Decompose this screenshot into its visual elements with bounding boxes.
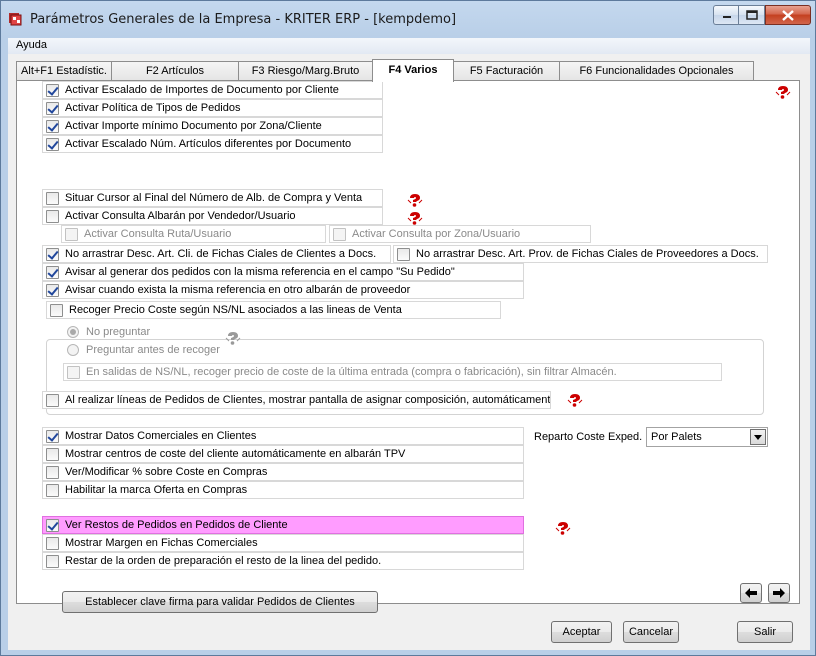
close-icon [782, 9, 794, 21]
checkbox[interactable] [46, 265, 59, 279]
option-restar-orden[interactable]: Restar de la orden de preparación el res… [42, 552, 524, 570]
reparto-label: Reparto Coste Exped. [534, 431, 643, 443]
main-window: Parámetros Generales de la Empresa - KRI… [0, 0, 816, 656]
option-asignar-composicion[interactable]: Al realizar líneas de Pedidos de Cliente… [42, 391, 551, 409]
checkbox[interactable] [46, 554, 59, 568]
checkbox[interactable] [46, 119, 59, 133]
close-button[interactable] [765, 5, 811, 25]
tab-articulos[interactable]: F2 Artículos [111, 61, 239, 81]
radio-no-preguntar[interactable]: No preguntar [67, 326, 150, 338]
reparto-value: Por Palets [651, 431, 702, 443]
checkbox[interactable] [46, 191, 59, 205]
menu-bar: Ayuda [8, 38, 810, 54]
help-icon[interactable] [407, 194, 423, 207]
cancelar-button[interactable]: Cancelar [623, 621, 679, 643]
prev-button[interactable] [740, 583, 762, 603]
maximize-button[interactable] [738, 5, 765, 25]
checkbox[interactable] [46, 447, 59, 461]
arrow-left-icon [745, 588, 757, 598]
aceptar-button[interactable]: Aceptar [551, 621, 612, 643]
option-restos-pedidos[interactable]: Ver Restos de Pedidos en Pedidos de Clie… [42, 516, 524, 534]
option-recoger-precio[interactable]: Recoger Precio Coste según NS/NL asociad… [46, 301, 501, 319]
option-politica-tipos[interactable]: Activar Política de Tipos de Pedidos [42, 99, 383, 117]
checkbox[interactable] [46, 393, 59, 407]
checkbox[interactable] [65, 227, 78, 241]
tab-facturacion[interactable]: F5 Facturación [453, 61, 560, 81]
option-marca-oferta[interactable]: Habilitar la marca Oferta en Compras [42, 481, 524, 499]
checkbox[interactable] [46, 137, 59, 151]
checkbox[interactable] [50, 303, 63, 317]
checkbox[interactable] [67, 365, 80, 379]
tab-strip: Alt+F1 Estadístic. F2 Artículos F3 Riesg… [16, 59, 806, 82]
checkbox[interactable] [397, 247, 410, 261]
help-icon[interactable] [775, 86, 791, 99]
tab-estadisticas[interactable]: Alt+F1 Estadístic. [16, 61, 112, 81]
help-icon[interactable] [225, 332, 241, 345]
checkbox[interactable] [333, 227, 346, 241]
checkbox[interactable] [46, 465, 59, 479]
next-button[interactable] [768, 583, 790, 603]
chevron-down-icon[interactable] [750, 429, 766, 445]
option-escalado-importes[interactable]: Activar Escalado de Importes de Document… [42, 81, 383, 99]
minimize-button[interactable] [713, 5, 739, 25]
option-situar-cursor[interactable]: Situar Cursor al Final del Número de Alb… [42, 189, 383, 207]
option-margen-fichas[interactable]: Mostrar Margen en Fichas Comerciales [42, 534, 524, 552]
option-modificar-coste[interactable]: Ver/Modificar % sobre Coste en Compras [42, 463, 524, 481]
radio-button[interactable] [67, 326, 79, 338]
radio-preguntar[interactable]: Preguntar antes de recoger [67, 344, 220, 356]
option-no-arrastrar-prov[interactable]: No arrastrar Desc. Art. Prov. de Fichas … [393, 245, 768, 263]
tab-varios[interactable]: F4 Varios [372, 59, 454, 82]
option-consulta-ruta[interactable]: Activar Consulta Ruta/Usuario [61, 225, 326, 243]
option-datos-comerciales[interactable]: Mostrar Datos Comerciales en Clientes [42, 427, 524, 445]
title-bar[interactable]: Parámetros Generales de la Empresa - KRI… [1, 1, 815, 37]
menu-ayuda[interactable]: Ayuda [16, 39, 47, 51]
radio-button[interactable] [67, 344, 79, 356]
app-icon [9, 13, 22, 26]
checkbox[interactable] [46, 283, 59, 297]
salir-button[interactable]: Salir [737, 621, 793, 643]
tab-riesgo[interactable]: F3 Riesgo/Marg.Bruto [238, 61, 373, 81]
tab-funcionalidades[interactable]: F6 Funcionalidades Opcionales [559, 61, 754, 81]
option-consulta-zona[interactable]: Activar Consulta por Zona/Usuario [329, 225, 591, 243]
minimize-icon [722, 16, 731, 18]
tab-panel-varios: Activar Escalado de Importes de Document… [16, 80, 800, 613]
reparto-combo[interactable]: Por Palets [646, 427, 768, 447]
checkbox[interactable] [46, 247, 59, 261]
option-escalado-articulos[interactable]: Activar Escalado Núm. Artículos diferent… [42, 135, 383, 153]
checkbox[interactable] [46, 101, 59, 115]
option-avisar-albaran[interactable]: Avisar cuando exista la misma referencia… [42, 281, 524, 299]
help-icon[interactable] [567, 394, 583, 407]
checkbox[interactable] [46, 536, 59, 550]
help-icon[interactable] [407, 212, 423, 225]
option-importe-minimo[interactable]: Activar Importe mínimo Documento por Zon… [42, 117, 383, 135]
maximize-icon [745, 10, 758, 20]
arrow-right-icon [773, 588, 785, 598]
help-icon[interactable] [555, 522, 571, 535]
client-area: Alt+F1 Estadístic. F2 Artículos F3 Riesg… [8, 54, 810, 650]
option-salidas-ns[interactable]: En salidas de NS/NL, recoger precio de c… [63, 363, 722, 381]
option-consulta-albaran[interactable]: Activar Consulta Albarán por Vendedor/Us… [42, 207, 383, 225]
option-centros-coste[interactable]: Mostrar centros de coste del cliente aut… [42, 445, 524, 463]
option-no-arrastrar-cli[interactable]: No arrastrar Desc. Art. Cli. de Fichas C… [42, 245, 391, 263]
option-avisar-pedidos[interactable]: Avisar al generar dos pedidos con la mis… [42, 263, 524, 281]
window-title: Parámetros Generales de la Empresa - KRI… [30, 12, 457, 27]
checkbox[interactable] [46, 83, 59, 97]
clave-firma-button[interactable]: Establecer clave firma para validar Pedi… [62, 591, 378, 613]
checkbox[interactable] [46, 209, 59, 223]
checkbox[interactable] [46, 483, 59, 497]
checkbox[interactable] [46, 429, 59, 443]
checkbox[interactable] [46, 518, 59, 532]
